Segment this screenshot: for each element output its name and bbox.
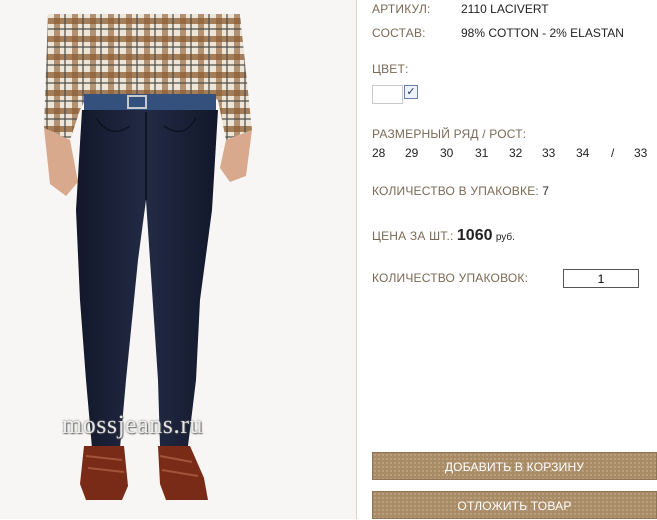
price-label: ЦЕНА ЗА ШТ.: bbox=[372, 229, 454, 243]
size-item: 29 bbox=[405, 146, 419, 160]
pack-qty-value: 7 bbox=[542, 184, 549, 198]
size-item: 31 bbox=[475, 146, 489, 160]
composition-label: СОСТАВ: bbox=[372, 26, 426, 40]
size-item: 32 bbox=[509, 146, 523, 160]
height-item: 33 bbox=[634, 146, 648, 160]
article-label: АРТИКУЛ: bbox=[372, 2, 431, 16]
packs-quantity-input[interactable] bbox=[563, 269, 639, 288]
article-value: 2110 LACIVERT bbox=[461, 2, 549, 16]
composition-row: СОСТАВ: 98% COTTON - 2% ELASTAN bbox=[372, 26, 624, 40]
article-row: АРТИКУЛ: 2110 LACIVERT bbox=[372, 2, 549, 16]
color-label: ЦВЕТ: bbox=[372, 62, 409, 76]
price-value: 1060 bbox=[456, 227, 493, 244]
product-photo: mossjeans.ru bbox=[0, 0, 357, 519]
color-swatch[interactable] bbox=[372, 85, 403, 104]
size-item: 28 bbox=[372, 146, 386, 160]
sizes-label: РАЗМЕРНЫЙ РЯД / РОСТ: bbox=[372, 127, 527, 141]
packs-label: КОЛИЧЕСТВО УПАКОВОК: bbox=[372, 271, 529, 285]
pack-qty-row: КОЛИЧЕСТВО В УПАКОВКЕ: 7 bbox=[372, 184, 549, 198]
price-currency: руб. bbox=[495, 232, 515, 243]
size-item: 33 bbox=[542, 146, 556, 160]
size-separator: / bbox=[611, 146, 615, 160]
postpone-button[interactable]: ОТЛОЖИТЬ ТОВАР bbox=[372, 491, 657, 519]
color-checkbox[interactable]: ✓ bbox=[404, 85, 418, 99]
jeans-model-image bbox=[44, 14, 252, 500]
pack-qty-label: КОЛИЧЕСТВО В УПАКОВКЕ: bbox=[372, 184, 539, 198]
composition-value: 98% COTTON - 2% ELASTAN bbox=[461, 26, 624, 40]
watermark-text: mossjeans.ru bbox=[62, 410, 204, 439]
add-to-cart-button[interactable]: ДОБАВИТЬ В КОРЗИНУ bbox=[372, 452, 657, 480]
price-row: ЦЕНА ЗА ШТ.: 1060 руб. bbox=[372, 227, 515, 245]
size-item: 34 bbox=[576, 146, 590, 160]
size-item: 30 bbox=[440, 146, 454, 160]
